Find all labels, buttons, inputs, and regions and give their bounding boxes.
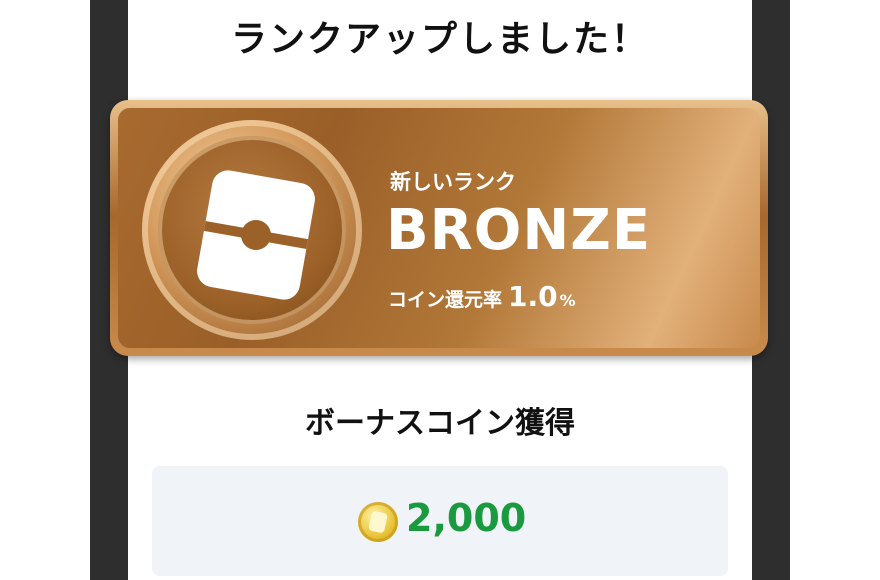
rate-label: コイン還元率	[388, 289, 503, 311]
emblem-dot	[238, 217, 274, 253]
page-title: ランクアップしました！	[230, 19, 649, 60]
bonus-title: ボーナスコイン獲得	[305, 406, 575, 441]
coin-icon	[358, 502, 398, 542]
rank-label: 新しいランク	[390, 170, 516, 194]
rank-emblem-icon	[194, 167, 318, 303]
bronze-medal-icon	[142, 120, 362, 340]
rate-value: 1.0	[508, 280, 558, 313]
coin-emblem	[368, 510, 388, 534]
bonus-amount: 2,000	[406, 496, 527, 540]
rank-card: 新しいランク BRONZE コイン還元率 1.0%	[110, 100, 768, 356]
rank-card-inner: 新しいランク BRONZE コイン還元率 1.0%	[118, 108, 760, 348]
bonus-box: 2,000	[152, 466, 728, 576]
rate-unit: %	[559, 291, 576, 310]
rank-name: BRONZE	[386, 198, 652, 263]
medal-ring	[158, 136, 346, 324]
coin-return-rate: コイン還元率 1.0%	[388, 280, 576, 313]
